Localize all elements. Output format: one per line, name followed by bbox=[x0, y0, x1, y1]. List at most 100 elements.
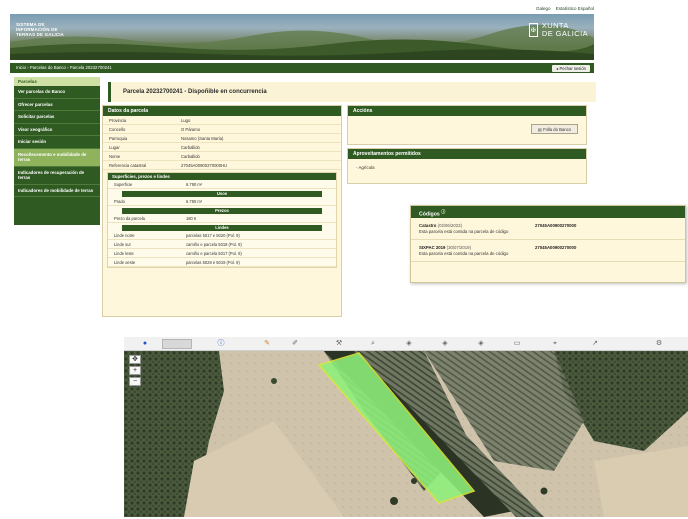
layer-icon[interactable]: ◈ bbox=[404, 339, 414, 349]
list-item: SIXPAC 2019 (30/07/2019) Esta parcela es… bbox=[411, 240, 685, 262]
exit-icon: ◂ bbox=[556, 65, 559, 71]
allowed-use-label: Agrícola bbox=[358, 165, 375, 170]
field-label: Parroquia bbox=[109, 136, 128, 141]
field-value: 180 € bbox=[186, 216, 197, 221]
brand-line: DE GALICIA bbox=[541, 29, 588, 38]
field-row: Nome Carballido bbox=[103, 152, 341, 161]
field-label: Referencia catastral bbox=[109, 163, 147, 168]
zoom-out-button[interactable]: − bbox=[129, 377, 141, 386]
list-item: Catastro (02/06/2023) Esta parcela está … bbox=[411, 218, 685, 240]
download-sheet-button[interactable]: ▤ Folla do Banco bbox=[530, 124, 578, 134]
field-label: Provincia bbox=[109, 118, 127, 123]
actions-title: Accións bbox=[348, 106, 586, 116]
field-label: Nome bbox=[109, 154, 121, 159]
zoom-in-button[interactable]: + bbox=[129, 366, 141, 375]
code-description: Esta parcela está contida na parcela de … bbox=[419, 250, 509, 256]
field-row: Lugar Carballido bbox=[103, 143, 341, 152]
code-value: 27045A00900270000 bbox=[535, 245, 577, 250]
field-label: Linde norte bbox=[114, 233, 135, 238]
field-label: Superficie bbox=[114, 182, 133, 187]
map-viewer[interactable]: ● ⓘ ✎ ✐ ⚒ ⌕ ◈ ◈ ◈ ▭ ⌖ ↗ ⚙ ✥ + − bbox=[124, 337, 688, 517]
logout-button[interactable]: ◂ Pechar sesión bbox=[552, 64, 590, 72]
field-value: 6.790 m² bbox=[186, 182, 203, 187]
language-link-other[interactable]: Estatístico Español bbox=[556, 6, 594, 11]
pin-icon[interactable]: ⌖ bbox=[550, 339, 560, 349]
field-row: Parroquia Nosamo (Santa María) bbox=[103, 134, 341, 143]
shield-icon: ✠ bbox=[528, 23, 538, 37]
surfaces-section: Superficies, prezos e lindes Superficie 6… bbox=[107, 172, 337, 268]
code-description: Esta parcela está contida na parcela de … bbox=[419, 228, 509, 234]
field-row: Superficie 6.790 m² bbox=[108, 180, 336, 189]
code-source: Catastro bbox=[419, 223, 437, 228]
code-value: 27045A00900270000 bbox=[535, 223, 577, 228]
sidebar-item-offer-parcels[interactable]: Ofrecer parcelas bbox=[14, 99, 100, 111]
allowed-uses-title: Aproveitamentos permitidos bbox=[348, 149, 586, 159]
breadcrumb-bar: Inicio › Parcelas do Banco › Parcela 202… bbox=[10, 63, 594, 73]
xunta-logo[interactable]: ✠ XUNTA DE GALICIA bbox=[528, 22, 588, 38]
system-title: SISTEMA DE INFORMACIÓN DE TERRAS DE GALI… bbox=[16, 22, 86, 38]
sidebar: Parcelas Ver parcelas do Banco Ofrecer p… bbox=[14, 77, 100, 225]
sidebar-item-login[interactable]: Iniciar sesión bbox=[14, 136, 100, 149]
print-icon[interactable]: ▭ bbox=[512, 339, 522, 349]
sidebar-item-view-parcels[interactable]: Ver parcelas do Banco bbox=[14, 86, 100, 99]
header-banner: SISTEMA DE INFORMACIÓN DE TERRAS DE GALI… bbox=[10, 14, 594, 60]
info-icon[interactable]: ⓘ bbox=[216, 339, 226, 349]
code-source: SIXPAC 2019 bbox=[419, 245, 446, 250]
field-value: camiño e parcela 5018 (Pol. 9) bbox=[186, 242, 242, 247]
page-title: Parcela 20232700241 - Dispoñible en conc… bbox=[108, 82, 596, 102]
sidebar-item-map-viewer[interactable]: Visor xeográfico bbox=[14, 124, 100, 136]
field-row: Linde oeste parcelas 5028 e 5019 (Pol. 9) bbox=[108, 258, 336, 267]
sidebar-title: Parcelas bbox=[14, 77, 100, 86]
map-toolbar: ● ⓘ ✎ ✐ ⚒ ⌕ ◈ ◈ ◈ ▭ ⌖ ↗ ⚙ bbox=[124, 337, 688, 351]
allowed-uses-panel: Aproveitamentos permitidos - Agrícola bbox=[347, 148, 587, 184]
language-links: Galego Estatístico Español bbox=[532, 6, 594, 11]
actions-panel: Accións ▤ Folla do Banco bbox=[347, 105, 587, 145]
system-title-line: TERRAS DE GALICIA bbox=[16, 32, 65, 38]
sidebar-item-request-parcels[interactable]: Solicitar parcelas bbox=[14, 111, 100, 124]
pan-icon[interactable]: ✥ bbox=[129, 355, 141, 364]
field-label: Lugar bbox=[109, 145, 120, 150]
info-icon[interactable]: ⓘ bbox=[441, 209, 445, 214]
field-row: Prado 6.790 m² bbox=[108, 197, 336, 206]
surfaces-section-title: Superficies, prezos e lindes bbox=[108, 173, 336, 180]
aerial-map[interactable] bbox=[124, 351, 688, 517]
field-label: Linde sur bbox=[114, 242, 131, 247]
settings-icon[interactable]: ⚙ bbox=[654, 339, 664, 349]
tool-icon[interactable]: ⚒ bbox=[334, 339, 344, 349]
parcel-data-title: Datos da parcela bbox=[103, 106, 341, 116]
field-value: parcelas 5028 e 5019 (Pol. 9) bbox=[186, 260, 240, 265]
select-tool-icon[interactable] bbox=[162, 339, 192, 349]
sidebar-item-recovery-indicators[interactable]: Indicadores de recuperación de terras bbox=[14, 167, 100, 185]
draw-icon[interactable]: ✐ bbox=[290, 339, 300, 349]
sidebar-item-land-recognition[interactable]: Recoñecemento e mobilidade de terras bbox=[14, 148, 100, 167]
field-label: Prezo da parcela bbox=[114, 216, 145, 221]
layer-icon[interactable]: ◈ bbox=[440, 339, 450, 349]
measure-icon[interactable]: ✎ bbox=[262, 339, 272, 349]
field-row: Referencia catastral 27045A00900270000HU bbox=[103, 161, 341, 170]
field-value: Lugo bbox=[181, 118, 191, 123]
field-row: Linde sur camiño e parcela 5018 (Pol. 9) bbox=[108, 240, 336, 249]
list-item: - Agrícola bbox=[348, 159, 586, 176]
field-row: Provincia Lugo bbox=[103, 116, 341, 125]
search-icon[interactable]: ⌕ bbox=[368, 339, 378, 349]
logout-label: Pechar sesión bbox=[559, 65, 586, 71]
layer-icon[interactable]: ◈ bbox=[476, 339, 486, 349]
code-date: (30/07/2019) bbox=[446, 245, 472, 250]
sidebar-item-mobility-indicators[interactable]: Indicadores de mobilidade de terras bbox=[14, 185, 100, 197]
field-value: camiño e parcela 5017 (Pol. 9) bbox=[186, 251, 242, 256]
field-value: Nosamo (Santa María) bbox=[181, 136, 224, 141]
codes-popup: Códigos ⓘ Catastro (02/06/2023) Esta par… bbox=[410, 205, 686, 283]
field-value: 6.790 m² bbox=[186, 199, 203, 204]
language-link-galego[interactable]: Galego bbox=[536, 6, 551, 11]
field-label: Concello bbox=[109, 127, 126, 132]
field-value: O Páramo bbox=[181, 127, 201, 132]
field-row: Concello O Páramo bbox=[103, 125, 341, 134]
share-icon[interactable]: ↗ bbox=[590, 339, 600, 349]
download-sheet-label: Folla do Banco bbox=[543, 127, 571, 132]
field-value: Carballido bbox=[181, 145, 200, 150]
codes-title: Códigos ⓘ bbox=[411, 206, 685, 218]
globe-icon[interactable]: ● bbox=[140, 339, 150, 349]
field-value: 27045A00900270000HU bbox=[181, 163, 228, 168]
field-row: Linde leste camiño e parcela 5017 (Pol. 9… bbox=[108, 249, 336, 258]
breadcrumb[interactable]: Inicio › Parcelas do Banco › Parcela 202… bbox=[16, 65, 112, 70]
